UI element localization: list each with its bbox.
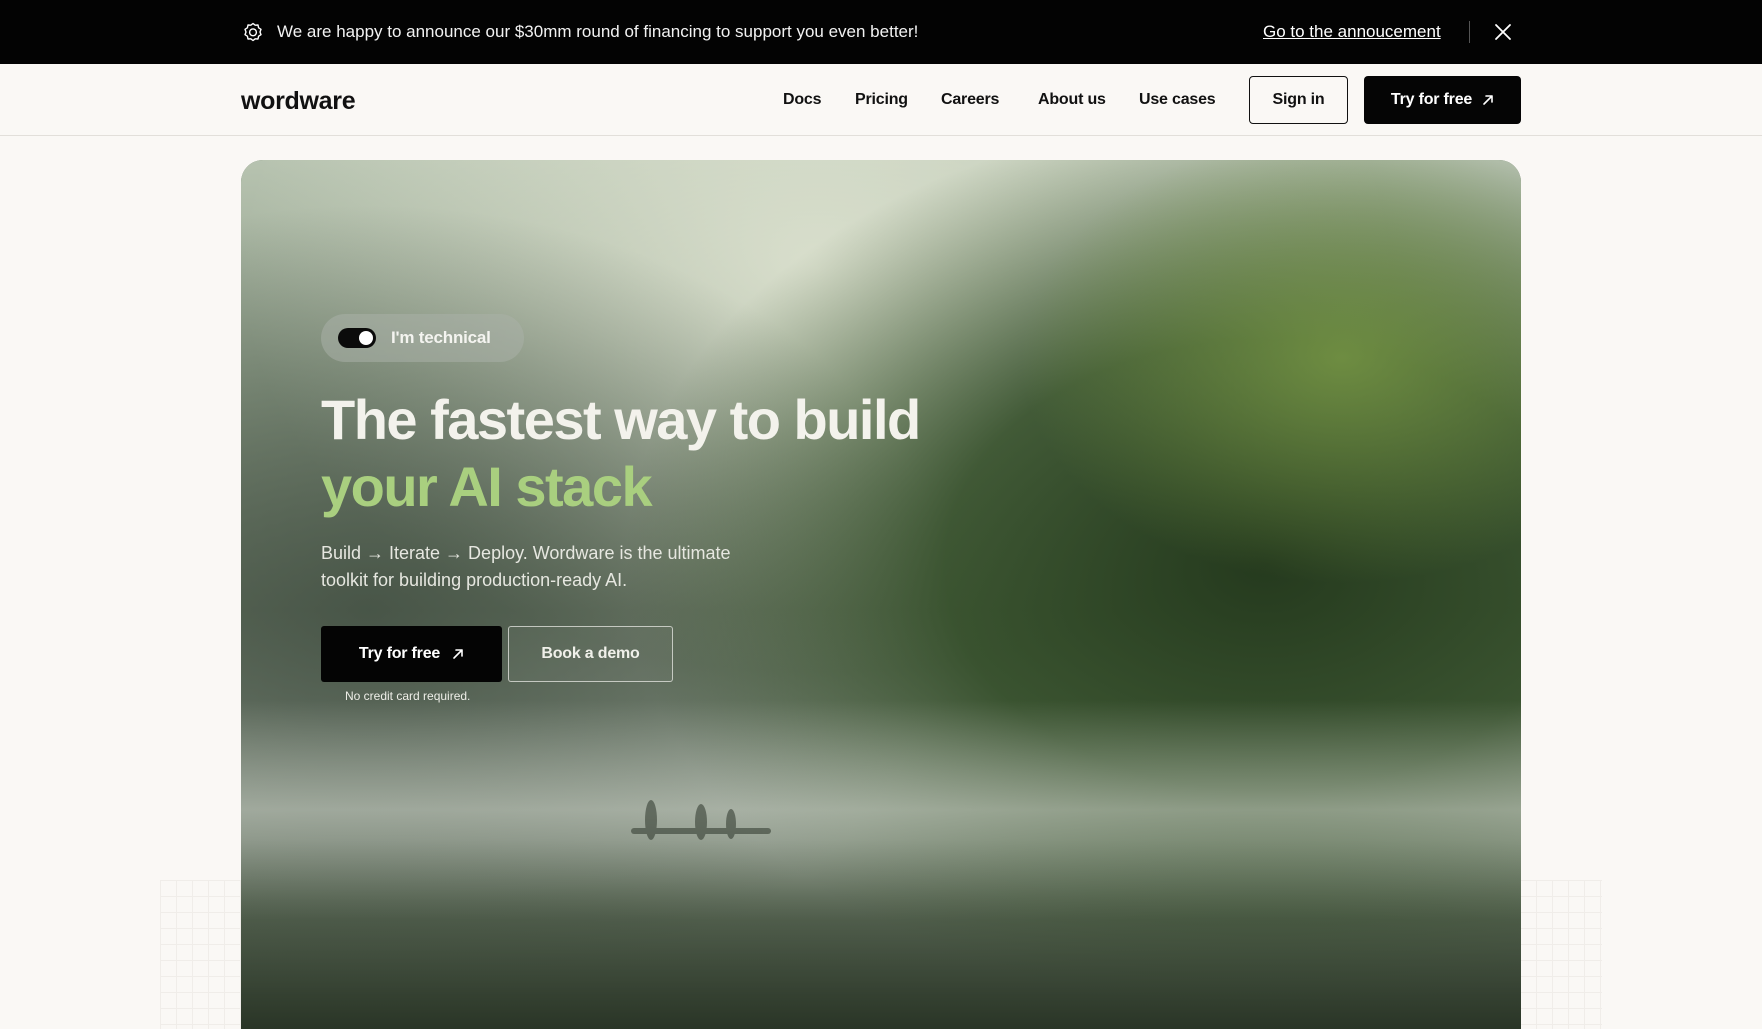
- arrow-up-right-icon: [1483, 95, 1493, 105]
- logo[interactable]: wordware: [241, 87, 356, 116]
- hero-headline: The fastest way to build your AI stack: [321, 386, 1021, 520]
- nav-link-docs[interactable]: Docs: [783, 90, 822, 110]
- nav-link-pricing[interactable]: Pricing: [855, 90, 908, 110]
- try-hero-label: Try for free: [358, 645, 441, 662]
- announcement-bar: We are happy to announce our $30mm round…: [0, 0, 1762, 64]
- hero-section: I'm technical The fastest way to build y…: [241, 160, 1521, 1029]
- close-icon[interactable]: [1493, 22, 1513, 42]
- book-demo-button[interactable]: Book a demo: [508, 626, 673, 682]
- nav-link-careers[interactable]: Careers: [941, 90, 999, 110]
- announcement-link[interactable]: Go to the annoucement: [1263, 21, 1441, 43]
- hero-background-image: [241, 160, 1521, 1029]
- try-for-free-nav-button[interactable]: Try for free: [1364, 76, 1521, 124]
- toggle-knob: [359, 331, 373, 345]
- top-nav: wordware Docs Pricing Careers About us U…: [0, 64, 1762, 136]
- toggle-switch[interactable]: [338, 328, 376, 348]
- headline-main: The fastest way to build: [321, 388, 921, 451]
- announcement-text: We are happy to announce our $30mm round…: [277, 22, 919, 41]
- arrow-up-right-icon: [453, 649, 463, 659]
- no-credit-card-note: No credit card required.: [345, 689, 471, 703]
- try-label: Try for free: [1390, 91, 1473, 108]
- badge-icon: [244, 22, 262, 42]
- nav-link-use-cases[interactable]: Use cases: [1139, 90, 1216, 110]
- demo-label: Book a demo: [541, 645, 640, 662]
- headline-accent: your AI stack: [321, 455, 653, 518]
- hero-subtext: Build → Iterate → Deploy. Wordware is th…: [321, 543, 731, 590]
- technical-toggle[interactable]: I'm technical: [321, 314, 524, 362]
- sign-in-button[interactable]: Sign in: [1249, 76, 1348, 124]
- divider: [1469, 21, 1470, 43]
- try-for-free-hero-button[interactable]: Try for free: [321, 626, 502, 682]
- nav-link-about[interactable]: About us: [1038, 90, 1106, 110]
- sign-in-label: Sign in: [1272, 91, 1325, 108]
- toggle-label: I'm technical: [391, 328, 491, 347]
